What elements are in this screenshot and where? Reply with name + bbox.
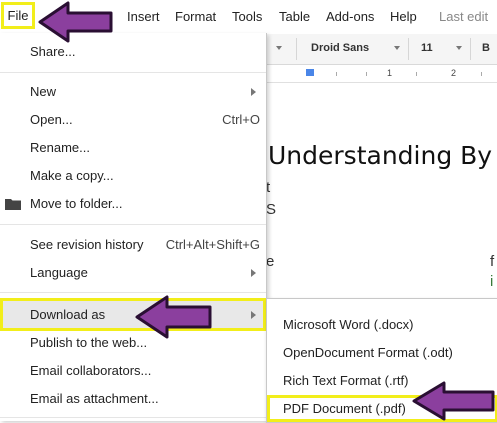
menu-item-language[interactable]: Language [0, 260, 266, 286]
menu-divider [0, 224, 266, 225]
document-heading: Understanding By D [268, 141, 497, 170]
menu-item-label: Rename... [30, 140, 90, 155]
menu-divider [0, 417, 266, 418]
toolbar-divider [470, 38, 471, 60]
menu-item-label: Language [30, 265, 88, 280]
indent-marker-icon[interactable] [306, 69, 314, 76]
document-text-fragment: f [490, 253, 495, 270]
menu-item-shortcut: Ctrl+Alt+Shift+G [165, 237, 260, 252]
menu-item-label: OpenDocument Format (.odt) [283, 345, 453, 360]
menu-divider [0, 72, 266, 73]
document-text-fragment: S [266, 201, 277, 218]
menu-item-revision-history[interactable]: See revision history Ctrl+Alt+Shift+G [0, 232, 266, 258]
font-family-select[interactable]: Droid Sans [311, 42, 369, 54]
arrow-left-icon [135, 295, 212, 339]
menu-insert[interactable]: Insert [127, 9, 160, 24]
menu-item-label: Open... [30, 112, 73, 127]
menu-item-label: Publish to the web... [30, 335, 148, 350]
chevron-right-icon [251, 269, 256, 277]
menu-item-label: See revision history [30, 237, 144, 252]
bold-button[interactable]: B [482, 42, 490, 54]
menu-item-label: Email as attachment... [30, 391, 159, 406]
toolbar: Droid Sans 11 B [266, 34, 497, 65]
menu-item-open[interactable]: Open... Ctrl+O [0, 107, 266, 133]
menu-file[interactable]: File [1, 2, 35, 29]
menu-item-label: PDF Document (.pdf) [283, 401, 406, 416]
menu-item-publish[interactable]: Publish to the web... [0, 330, 266, 356]
menu-item-label: Rich Text Format (.rtf) [283, 373, 409, 388]
chevron-down-icon[interactable] [456, 46, 462, 50]
menu-item-label: Microsoft Word (.docx) [283, 317, 414, 332]
menu-item-download-as[interactable]: Download as [0, 298, 266, 331]
font-size-select[interactable]: 11 [421, 42, 433, 54]
menu-item-label: Download as [30, 307, 106, 322]
ruler-number: 2 [451, 68, 457, 78]
menu-item-rename[interactable]: Rename... [0, 135, 266, 161]
ruler-tick [416, 72, 417, 76]
menu-item-new[interactable]: New [0, 79, 266, 105]
menu-item-label: Email collaborators... [30, 363, 152, 378]
menu-item-make-copy[interactable]: Make a copy... [0, 163, 266, 189]
arrow-left-icon [38, 1, 113, 43]
chevron-right-icon [251, 311, 256, 319]
last-edit-link[interactable]: Last edit [439, 9, 488, 24]
menu-table[interactable]: Table [279, 9, 310, 24]
menu-help[interactable]: Help [390, 9, 417, 24]
menu-addons[interactable]: Add-ons [326, 9, 374, 24]
menu-item-label: Share... [30, 44, 76, 59]
document-text-fragment: i [490, 273, 494, 290]
menu-item-shortcut: Ctrl+O [222, 112, 260, 127]
file-menu-dropdown: Share... New Open... Ctrl+O Rename... Ma… [0, 33, 267, 421]
chevron-down-icon[interactable] [276, 46, 282, 50]
menu-item-email-attachment[interactable]: Email as attachment... [0, 386, 266, 412]
menu-item-odt[interactable]: OpenDocument Format (.odt) [267, 339, 497, 367]
menu-divider [0, 292, 266, 293]
menu-item-docx[interactable]: Microsoft Word (.docx) [267, 311, 497, 339]
menu-format[interactable]: Format [175, 9, 216, 24]
ruler-number: 1 [387, 68, 393, 78]
ruler-tick [481, 72, 482, 76]
toolbar-divider [408, 38, 409, 60]
menu-item-move-to-folder[interactable]: Move to folder... [0, 191, 266, 217]
menu-item-label: Make a copy... [30, 168, 114, 183]
toolbar-divider [296, 38, 297, 60]
ruler-tick [366, 72, 367, 76]
ruler: 1 2 [266, 66, 497, 83]
arrow-left-icon [412, 381, 495, 421]
menu-item-label: Move to folder... [30, 196, 123, 211]
chevron-down-icon[interactable] [394, 46, 400, 50]
document-text-fragment: e [266, 253, 275, 270]
menu-item-label: New [30, 84, 57, 99]
menu-item-email-collaborators[interactable]: Email collaborators... [0, 358, 266, 384]
folder-icon [5, 199, 21, 210]
chevron-right-icon [251, 88, 256, 96]
menu-tools[interactable]: Tools [232, 9, 262, 24]
ruler-tick [336, 72, 337, 76]
